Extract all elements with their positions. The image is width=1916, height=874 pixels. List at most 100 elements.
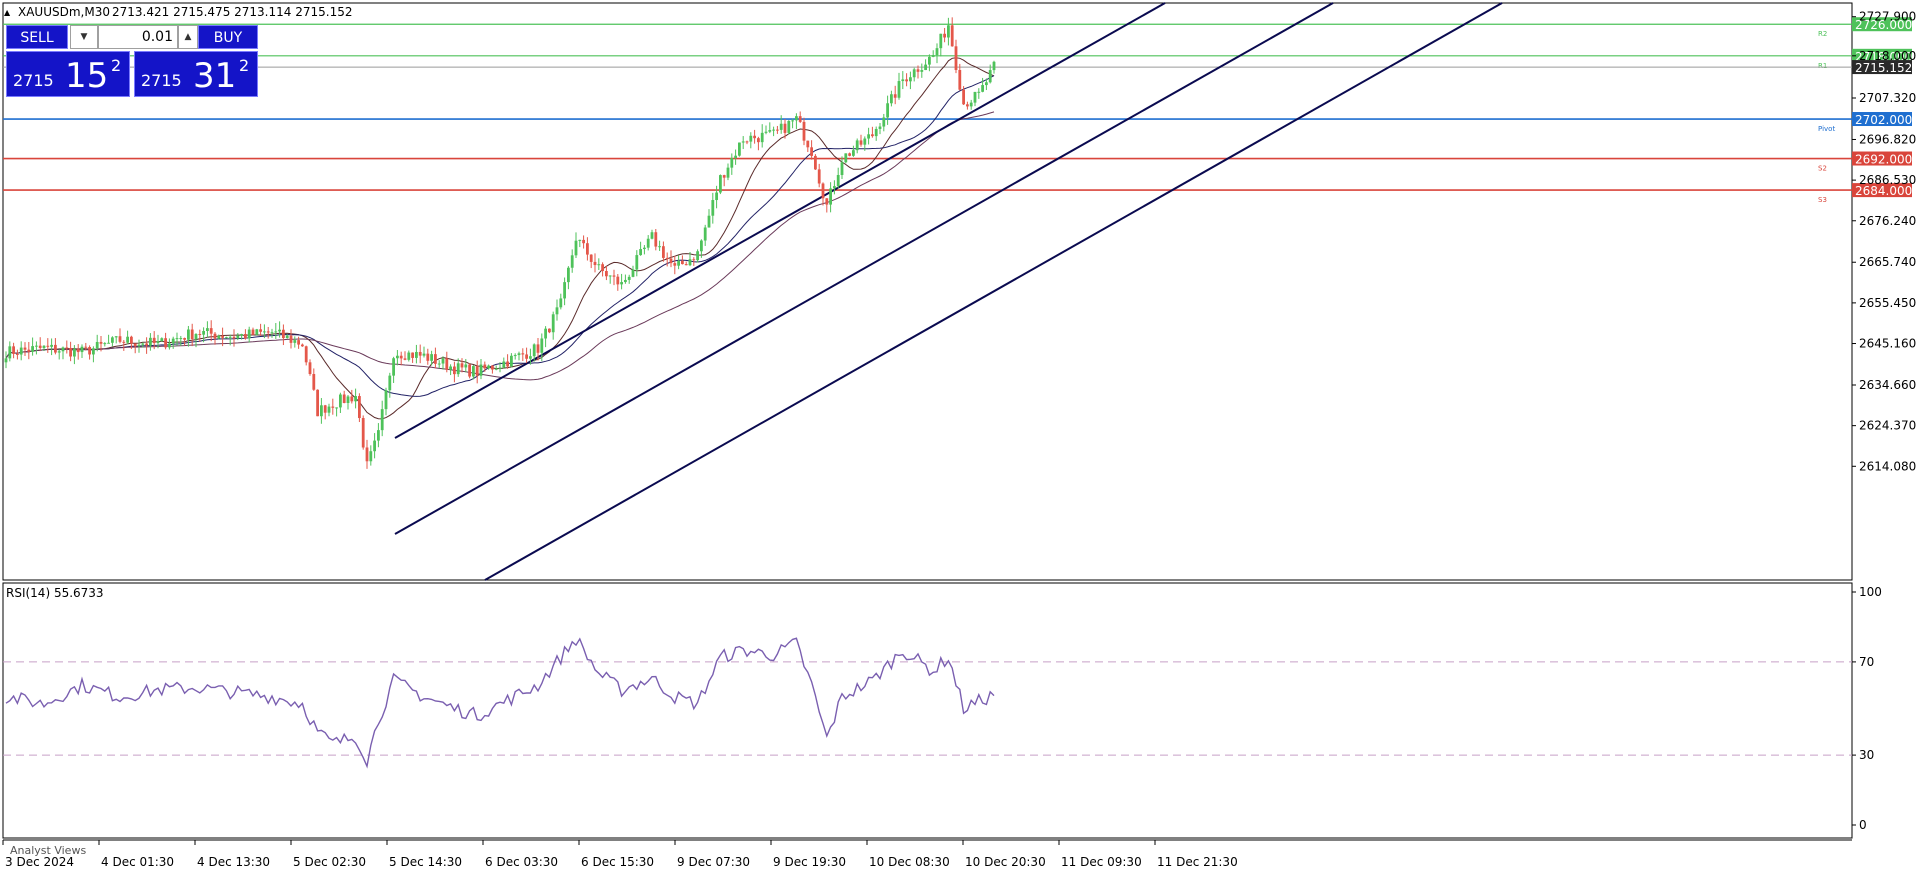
candle-body bbox=[449, 366, 452, 370]
candle-body bbox=[757, 138, 760, 143]
one-click-trading-panel: SELL ▼ 0.01 ▲ BUY 2715 15 2 2715 31 2 bbox=[6, 25, 258, 97]
candle-body bbox=[84, 346, 88, 348]
candle-body bbox=[502, 361, 506, 368]
analyst-views-tab[interactable]: Analyst Views bbox=[10, 844, 86, 857]
candle-body bbox=[669, 258, 673, 264]
candle-body bbox=[126, 336, 129, 343]
candle-body bbox=[114, 336, 118, 338]
lot-decrease-icon[interactable]: ▼ bbox=[70, 25, 98, 49]
buy-price-big: 31 bbox=[193, 56, 237, 96]
candle-body bbox=[266, 331, 270, 333]
candle-body bbox=[244, 334, 247, 339]
sell-price-sup: 2 bbox=[111, 56, 122, 75]
candle-body bbox=[365, 447, 369, 462]
price-tick-label: 2665.740 bbox=[1859, 255, 1916, 269]
candle-body bbox=[958, 69, 962, 90]
price-tick-label: 2718.000 bbox=[1859, 49, 1916, 63]
candle-body bbox=[297, 340, 300, 345]
candle-body bbox=[977, 91, 981, 93]
buy-button[interactable]: BUY bbox=[198, 25, 258, 49]
candle-body bbox=[536, 344, 540, 353]
candle-body bbox=[586, 243, 589, 255]
candle-body bbox=[658, 246, 661, 248]
candle-body bbox=[118, 336, 122, 342]
sell-quote[interactable]: 2715 15 2 bbox=[6, 51, 130, 97]
candle-body bbox=[711, 200, 715, 216]
candle-body bbox=[251, 329, 255, 335]
candle-body bbox=[152, 337, 156, 344]
candle-body bbox=[61, 347, 65, 352]
price-tick-label: 2655.450 bbox=[1859, 296, 1916, 310]
candle-body bbox=[464, 364, 468, 368]
candle-body bbox=[624, 279, 627, 283]
candle-body bbox=[430, 354, 433, 361]
candle-body bbox=[867, 134, 870, 139]
main-chart-frame bbox=[2, 2, 1853, 581]
candle-body bbox=[441, 358, 445, 364]
candle-body bbox=[483, 364, 487, 369]
candle-body bbox=[92, 348, 95, 355]
candle-body bbox=[726, 167, 730, 178]
candle-body bbox=[479, 364, 483, 376]
candle-body bbox=[323, 405, 327, 413]
candle-body bbox=[76, 348, 80, 353]
candle-body bbox=[289, 335, 293, 343]
candle-body bbox=[897, 81, 901, 98]
candle-body bbox=[339, 394, 342, 408]
candle-body bbox=[563, 282, 566, 299]
candle-body bbox=[722, 175, 726, 178]
candle-body bbox=[890, 94, 893, 104]
candle-body bbox=[567, 267, 570, 283]
candle-body bbox=[859, 140, 863, 145]
candle-body bbox=[692, 259, 696, 261]
candle-body bbox=[122, 341, 126, 343]
lot-size-input[interactable]: 0.01 bbox=[98, 25, 178, 49]
candle-body bbox=[388, 375, 392, 391]
candle-body bbox=[707, 215, 711, 228]
candle-body bbox=[753, 135, 756, 139]
candle-body bbox=[472, 366, 475, 377]
time-tick-label: 11 Dec 09:30 bbox=[1061, 855, 1142, 869]
candle-body bbox=[175, 338, 179, 340]
candle-body bbox=[255, 329, 259, 335]
candle-body bbox=[920, 70, 924, 72]
lot-increase-icon[interactable]: ▲ bbox=[178, 25, 198, 49]
candle-body bbox=[605, 271, 608, 277]
price-tick-label: 2686.530 bbox=[1859, 173, 1916, 187]
candle-body bbox=[559, 298, 563, 308]
candle-body bbox=[878, 126, 882, 129]
chart-area[interactable]: 2726.000R22718.000R12702.000Pivot2692.00… bbox=[0, 0, 1916, 874]
candle-body bbox=[346, 396, 350, 403]
candle-body bbox=[597, 264, 601, 266]
price-tick-label: 2614.080 bbox=[1859, 459, 1916, 473]
candle-body bbox=[620, 282, 623, 285]
candle-body bbox=[460, 363, 464, 368]
candle-body bbox=[787, 120, 791, 133]
candle-body bbox=[795, 116, 798, 121]
candle-body bbox=[939, 33, 943, 49]
candle-body bbox=[643, 247, 646, 250]
level-tag-label: S2 bbox=[1818, 165, 1827, 173]
candle-body bbox=[350, 396, 354, 402]
candle-body bbox=[16, 353, 19, 355]
collapse-triangle-icon[interactable]: ▲ bbox=[4, 8, 11, 17]
candle-body bbox=[247, 329, 251, 339]
candle-body bbox=[760, 132, 764, 143]
candle-body bbox=[263, 331, 266, 333]
buy-quote[interactable]: 2715 31 2 bbox=[134, 51, 258, 97]
candle-body bbox=[806, 140, 810, 148]
candle-body bbox=[380, 409, 384, 431]
candle-body bbox=[434, 354, 437, 364]
candle-body bbox=[893, 94, 897, 98]
sell-button[interactable]: SELL bbox=[6, 25, 68, 49]
rsi-chart-frame bbox=[2, 582, 1853, 839]
price-tick-label: 2634.660 bbox=[1859, 378, 1916, 392]
candle-body bbox=[194, 334, 198, 340]
candle-body bbox=[304, 346, 308, 363]
candle-body bbox=[802, 121, 806, 141]
candle-body bbox=[734, 155, 737, 158]
candle-body bbox=[886, 103, 889, 118]
candle-body bbox=[19, 347, 23, 355]
candle-body bbox=[396, 355, 399, 359]
candle-body bbox=[635, 255, 639, 270]
